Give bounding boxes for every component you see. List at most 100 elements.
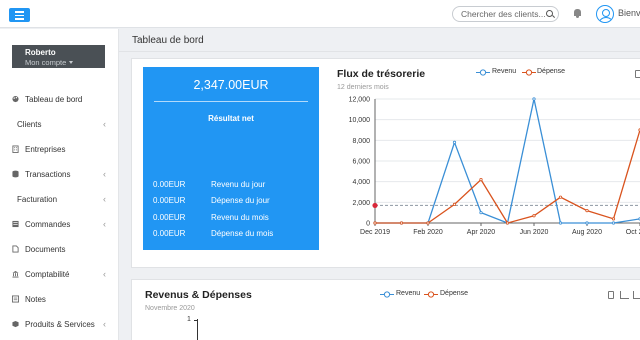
sidebar-item-entreprises[interactable]: Entreprises — [0, 141, 118, 159]
line-chart-icon[interactable] — [620, 291, 629, 299]
sidebar-item-produits[interactable]: Produits & Services ‹ — [0, 316, 118, 334]
sidebar-item-dashboard[interactable]: Tableau de bord — [0, 91, 118, 109]
x-tick-label: Feb 2020 — [413, 229, 443, 236]
y-tick-label: 10,000 — [349, 117, 371, 124]
menu-toggle-button[interactable] — [9, 8, 30, 22]
legend-expense-label[interactable]: Dépense — [537, 68, 565, 75]
net-result-amount: 2,347.00EUR — [193, 78, 269, 92]
data-point — [585, 209, 589, 213]
search-input[interactable]: Chercher des clients... — [452, 6, 559, 22]
sidebar-item-facturation[interactable]: Facturation ‹ — [0, 191, 118, 209]
kpi-divider — [154, 101, 308, 102]
kpi-row: 0.00EUR Dépense du jour — [153, 196, 313, 208]
bar-chart-icon[interactable] — [633, 291, 640, 299]
cashflow-chart: 0 2,000 4,000 6,000 8,000 10,000 12,000 Dec 201… — [349, 97, 640, 236]
data-point — [373, 221, 377, 225]
greeting-text: Bienv — [618, 8, 640, 18]
legend-income-label[interactable]: Revenu — [492, 68, 516, 75]
kpi-label: Dépense du jour — [211, 196, 270, 205]
chevron-left-icon: ‹ — [103, 269, 106, 279]
average-marker — [372, 202, 378, 209]
data-point — [426, 221, 430, 225]
search-placeholder: Chercher des clients... — [461, 9, 546, 19]
database-icon — [12, 170, 19, 178]
search-icon[interactable] — [546, 10, 553, 17]
user-name: Roberto — [25, 48, 56, 57]
legend-income-icon — [380, 291, 394, 298]
list-icon — [12, 220, 19, 228]
x-tick-label: Dec 2019 — [360, 229, 390, 236]
chevron-left-icon: ‹ — [103, 319, 106, 329]
bell-icon[interactable] — [574, 9, 581, 18]
net-result-label: Résultat net — [208, 114, 254, 123]
cashflow-legend: Revenu Dépense — [476, 68, 576, 78]
data-point — [611, 221, 616, 225]
kpi-row: 0.00EUR Dépense du mois — [153, 229, 313, 241]
building-icon — [12, 145, 19, 153]
sidebar-item-label: Transactions — [25, 170, 71, 179]
user-avatar-icon[interactable] — [596, 5, 614, 23]
revenue-axis-tick-mark — [194, 320, 197, 321]
net-result-panel: 2,347.00EUR Résultat net 0.00EUR Revenu … — [143, 67, 319, 250]
account-dropdown[interactable]: Mon compte — [25, 58, 105, 67]
legend-expense-icon — [424, 291, 438, 298]
sidebar-item-comptabilite[interactable]: Comptabilité ‹ — [0, 266, 118, 284]
y-tick-label: 4,000 — [352, 179, 370, 186]
legend-income-icon — [476, 69, 490, 76]
sidebar-item-label: Tableau de bord — [25, 95, 83, 104]
export-document-icon[interactable] — [608, 291, 614, 299]
legend-expense-label[interactable]: Dépense — [440, 290, 468, 297]
palette-icon — [12, 95, 19, 103]
sidebar-item-transactions[interactable]: Transactions ‹ — [0, 166, 118, 184]
sidebar-item-label: Facturation — [17, 195, 58, 204]
sidebar-item-commandes[interactable]: Commandes ‹ — [0, 216, 118, 234]
page-title: Tableau de bord — [132, 35, 204, 46]
data-point — [452, 202, 457, 207]
sidebar-item-label: Entreprises — [25, 145, 66, 154]
title-divider — [119, 51, 640, 52]
sidebar-item-label: Commandes — [25, 220, 71, 229]
x-tick-label: Apr 2020 — [467, 229, 496, 236]
top-bar: Chercher des clients... Bienv — [0, 0, 640, 28]
kpi-label: Revenu du jour — [211, 180, 266, 189]
series-line-depense — [375, 127, 640, 224]
export-document-icon[interactable] — [635, 70, 640, 78]
revenue-axis-tick: 1 — [187, 316, 191, 323]
sidebar-item-label: Notes — [25, 295, 46, 304]
sidebar-item-documents[interactable]: Documents — [0, 241, 118, 259]
chevron-left-icon: ‹ — [103, 194, 106, 204]
y-tick-label: 0 — [366, 221, 370, 228]
data-point — [585, 221, 589, 225]
y-tick-label: 2,000 — [352, 200, 370, 207]
x-tick-label: Jun 2020 — [520, 229, 549, 236]
sidebar-item-notes[interactable]: Notes — [0, 291, 118, 309]
data-point — [399, 221, 404, 225]
sidebar-item-label: Produits & Services — [25, 320, 95, 329]
chevron-left-icon: ‹ — [103, 169, 106, 179]
sidebar: Roberto Mon compte Tableau de bord Clien… — [0, 29, 119, 340]
kpi-label: Revenu du mois — [211, 213, 269, 222]
sidebar-item-clients[interactable]: Clients ‹ — [0, 116, 118, 134]
box-icon — [12, 320, 19, 328]
legend-income-label[interactable]: Revenu — [396, 290, 420, 297]
note-icon — [12, 295, 19, 303]
data-point — [558, 195, 563, 199]
chevron-left-icon: ‹ — [103, 119, 106, 129]
sidebar-item-label: Documents — [25, 245, 66, 254]
legend-expense-icon — [522, 69, 536, 76]
revenue-y-axis — [197, 319, 198, 340]
kpi-row: 0.00EUR Revenu du mois — [153, 213, 313, 225]
data-point — [558, 221, 563, 225]
y-tick-label: 8,000 — [352, 138, 370, 145]
chevron-left-icon: ‹ — [103, 219, 106, 229]
kpi-value: 0.00EUR — [153, 229, 186, 238]
data-point — [611, 217, 616, 221]
data-point — [479, 211, 483, 215]
kpi-value: 0.00EUR — [153, 196, 186, 205]
y-tick-label: 6,000 — [352, 159, 370, 166]
kpi-value: 0.00EUR — [153, 180, 186, 189]
data-point — [479, 178, 483, 182]
user-card[interactable]: Roberto Mon compte — [12, 45, 105, 68]
revenue-legend: Revenu Dépense — [380, 290, 480, 300]
x-tick-label: Aug 2020 — [572, 229, 602, 236]
